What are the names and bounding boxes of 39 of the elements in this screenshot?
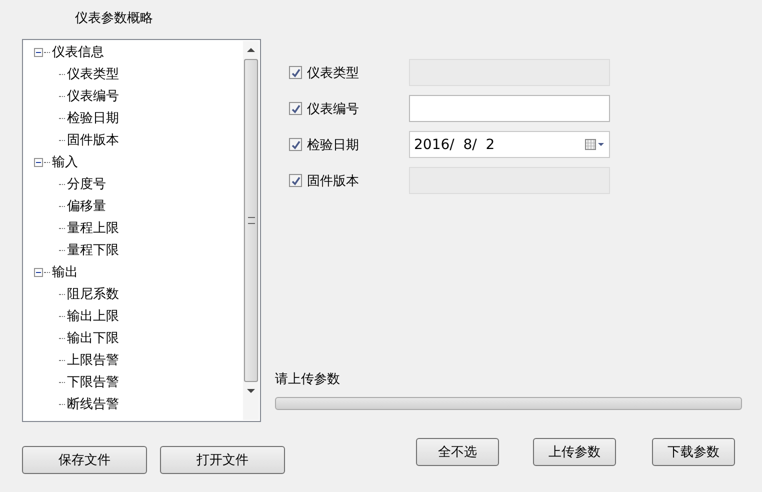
scrollbar[interactable] [243,41,259,420]
tree-item[interactable]: 偏移量 [67,197,106,215]
tree-item[interactable]: 仪表信息 [52,43,104,61]
tree-item[interactable]: 断线告警 [67,395,119,413]
tree-item[interactable]: 仪表编号 [67,87,119,105]
progress-label: 请上传参数 [275,371,341,389]
checkbox[interactable] [289,102,302,115]
field-label: 仪表类型 [307,64,359,82]
calendar-icon[interactable] [585,138,605,150]
tree-item[interactable]: 下限告警 [67,373,119,391]
action-button[interactable]: 保存文件 [22,446,147,474]
scroll-up-icon[interactable] [247,48,255,52]
field-label: 固件版本 [307,172,359,190]
checkbox[interactable] [289,138,302,151]
date-picker[interactable]: 2016/ 8/ 2 [409,131,610,158]
collapse-icon[interactable] [34,48,43,56]
tree-item[interactable]: 阻尼系数 [67,285,119,303]
input-field[interactable] [409,95,610,122]
tree-item[interactable]: 固件版本 [67,131,119,149]
collapse-icon[interactable] [34,158,43,166]
field-label: 仪表编号 [307,100,359,118]
group-title: 仪表参数概略 [75,10,154,28]
tree-item[interactable]: 输入 [52,153,78,171]
tree-item[interactable]: 输出上限 [67,307,119,325]
tree-item[interactable]: 量程上限 [67,219,119,237]
tree-item[interactable]: 量程下限 [67,241,119,259]
tree-item[interactable]: 上限告警 [67,351,119,369]
tree-item[interactable]: 检验日期 [67,109,119,127]
tree-item[interactable]: 仪表类型 [67,65,119,83]
tree-item[interactable]: 输出下限 [67,329,119,347]
tree-item[interactable]: 输出 [52,263,78,281]
action-button[interactable]: 下载参数 [652,438,735,466]
collapse-icon[interactable] [34,268,43,276]
scroll-down-icon[interactable] [247,389,255,393]
action-button[interactable]: 打开文件 [160,446,285,474]
action-button[interactable]: 上传参数 [533,438,616,466]
field-label: 检验日期 [307,136,359,154]
action-button[interactable]: 全不选 [416,438,499,466]
tree-item[interactable]: 分度号 [67,175,106,193]
